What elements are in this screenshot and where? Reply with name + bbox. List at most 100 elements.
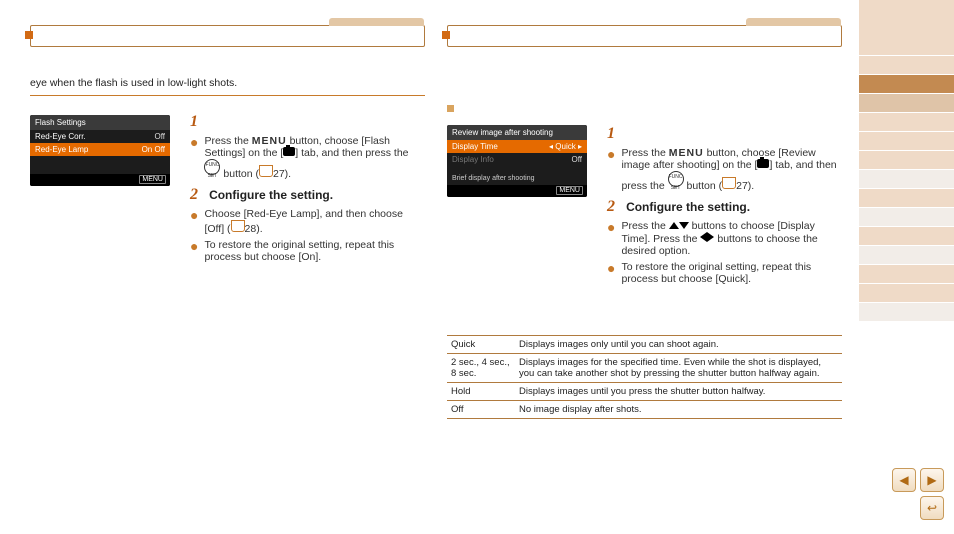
side-tab[interactable] bbox=[859, 75, 954, 94]
side-tab[interactable] bbox=[859, 246, 954, 265]
bullet-text: To restore the original setting, repeat … bbox=[621, 261, 842, 285]
cam-row-value: On Off bbox=[142, 145, 165, 154]
step-number: 2 bbox=[607, 198, 623, 216]
step-title: Configure the setting. bbox=[626, 200, 750, 214]
page: eye when the flash is used in low-light … bbox=[0, 0, 954, 534]
side-tab[interactable] bbox=[859, 265, 954, 284]
side-tab[interactable] bbox=[859, 113, 954, 132]
side-tab[interactable] bbox=[859, 151, 954, 170]
down-arrow-icon bbox=[679, 222, 689, 229]
next-page-button[interactable]: ▶ bbox=[920, 468, 944, 492]
side-tab[interactable] bbox=[859, 227, 954, 246]
side-tab[interactable] bbox=[859, 170, 954, 189]
step-1: 1 . ● Press the MENU button, choose [Rev… bbox=[607, 125, 842, 192]
table-cell: Off bbox=[447, 401, 515, 418]
bullet-text: To restore the original setting, repeat … bbox=[204, 239, 425, 263]
camera-screenshot: Review image after shooting Display Time… bbox=[447, 125, 587, 197]
table-cell: Quick bbox=[447, 336, 515, 353]
bullet-text: Choose [Red-Eye Lamp], and then choose [… bbox=[204, 208, 425, 235]
section-header bbox=[30, 25, 425, 47]
cam-row-value: Off bbox=[571, 155, 582, 164]
up-arrow-icon bbox=[669, 222, 679, 229]
bullet: ● To restore the original setting, repea… bbox=[607, 261, 842, 285]
side-tab[interactable] bbox=[859, 132, 954, 151]
cam-header: Review image after shooting bbox=[447, 125, 587, 140]
side-tab[interactable] bbox=[859, 303, 954, 322]
left-column: eye when the flash is used in low-light … bbox=[30, 25, 425, 106]
bullet: ● Press the MENU button, choose [Review … bbox=[607, 147, 842, 192]
cam-row: Red-Eye Corr. Off bbox=[30, 130, 170, 143]
display-time-table: Quick Displays images only until you can… bbox=[447, 335, 842, 419]
cam-row-value: Off bbox=[154, 132, 165, 141]
camera-icon bbox=[757, 159, 769, 168]
menu-word: MENU bbox=[252, 135, 287, 147]
section-marker-icon bbox=[25, 31, 33, 39]
side-tabs bbox=[859, 0, 954, 322]
table-cell: 2 sec., 4 sec., 8 sec. bbox=[447, 354, 515, 382]
side-tab[interactable] bbox=[859, 56, 954, 75]
cam-row: Display Info Off bbox=[447, 153, 587, 166]
table-cell: No image display after shots. bbox=[515, 401, 842, 418]
table-cell: Displays images until you press the shut… bbox=[515, 383, 842, 400]
return-button[interactable]: ↩ bbox=[920, 496, 944, 520]
bullet-icon: ● bbox=[607, 261, 615, 275]
bullet-icon: ● bbox=[607, 147, 615, 161]
table-cell: Displays images for the specified time. … bbox=[515, 354, 842, 382]
bullet-icon: ● bbox=[607, 220, 615, 234]
page-ref-icon bbox=[259, 165, 273, 177]
steps: 1 . ● Press the MENU button, choose [Rev… bbox=[607, 125, 842, 289]
cam-row-label: Red-Eye Corr. bbox=[35, 132, 86, 141]
func-set-icon: FUNCSET bbox=[204, 159, 220, 175]
section-marker-icon bbox=[442, 31, 450, 39]
table-row: Off No image display after shots. bbox=[447, 401, 842, 419]
bullet: ● Press the MENU button, choose [Flash S… bbox=[190, 135, 425, 180]
divider bbox=[30, 95, 425, 96]
cam-bottom-bar: MENU bbox=[447, 185, 587, 197]
page-nav: ◀ ▶ ↩ bbox=[892, 468, 944, 520]
step-number: 2 bbox=[190, 186, 206, 204]
cam-row-label: Display Info bbox=[452, 155, 494, 164]
step-title: Configure the setting. bbox=[209, 188, 333, 202]
cam-row-selected: Red-Eye Lamp On Off bbox=[30, 143, 170, 156]
table-row: Hold Displays images until you press the… bbox=[447, 383, 842, 401]
side-tab[interactable] bbox=[859, 0, 954, 56]
camera-screenshot: Flash Settings Red-Eye Corr. Off Red-Eye… bbox=[30, 115, 170, 186]
bullet-text: Press the MENU button, choose [Review im… bbox=[621, 147, 842, 192]
step-number: 1 bbox=[190, 113, 206, 131]
cam-bottom-bar: MENU bbox=[30, 174, 170, 186]
cam-row-selected: Display Time ◂ Quick ▸ bbox=[447, 140, 587, 153]
bullet-icon: ● bbox=[190, 135, 198, 149]
page-ref-icon bbox=[231, 220, 245, 232]
cam-menu-badge: MENU bbox=[556, 186, 583, 195]
step-number: 1 bbox=[607, 125, 623, 143]
table-row: Quick Displays images only until you can… bbox=[447, 336, 842, 354]
side-tab[interactable] bbox=[859, 208, 954, 227]
camera-icon bbox=[283, 147, 295, 156]
step-2: 2 Configure the setting. ● Choose [Red-E… bbox=[190, 186, 425, 263]
left-arrow-icon bbox=[700, 232, 707, 242]
cam-subtext: Brief display after shooting bbox=[447, 172, 587, 185]
section-tab-cap bbox=[746, 18, 841, 26]
bullet-icon: ● bbox=[190, 208, 198, 222]
menu-word: MENU bbox=[669, 147, 704, 159]
steps: 1 . ● Press the MENU button, choose [Fla… bbox=[190, 113, 425, 267]
cam-header: Flash Settings bbox=[30, 115, 170, 130]
intro-text: eye when the flash is used in low-light … bbox=[30, 77, 425, 89]
side-tab[interactable] bbox=[859, 94, 954, 113]
func-set-icon: FUNCSET bbox=[668, 171, 684, 187]
right-column: Review image after shooting Display Time… bbox=[447, 25, 842, 47]
step-1: 1 . ● Press the MENU button, choose [Fla… bbox=[190, 113, 425, 180]
bullet-text: Press the buttons to choose [Display Tim… bbox=[621, 220, 842, 257]
bullet: ● To restore the original setting, repea… bbox=[190, 239, 425, 263]
cam-menu-badge: MENU bbox=[139, 175, 166, 184]
table-cell: Displays images only until you can shoot… bbox=[515, 336, 842, 353]
side-tab[interactable] bbox=[859, 284, 954, 303]
prev-page-button[interactable]: ◀ bbox=[892, 468, 916, 492]
section-header bbox=[447, 25, 842, 47]
cam-row-label: Red-Eye Lamp bbox=[35, 145, 88, 154]
step-2: 2 Configure the setting. ● Press the but… bbox=[607, 198, 842, 285]
side-tab[interactable] bbox=[859, 189, 954, 208]
page-ref-icon bbox=[722, 177, 736, 189]
bullet-icon: ● bbox=[190, 239, 198, 253]
bullet: ● Press the buttons to choose [Display T… bbox=[607, 220, 842, 257]
